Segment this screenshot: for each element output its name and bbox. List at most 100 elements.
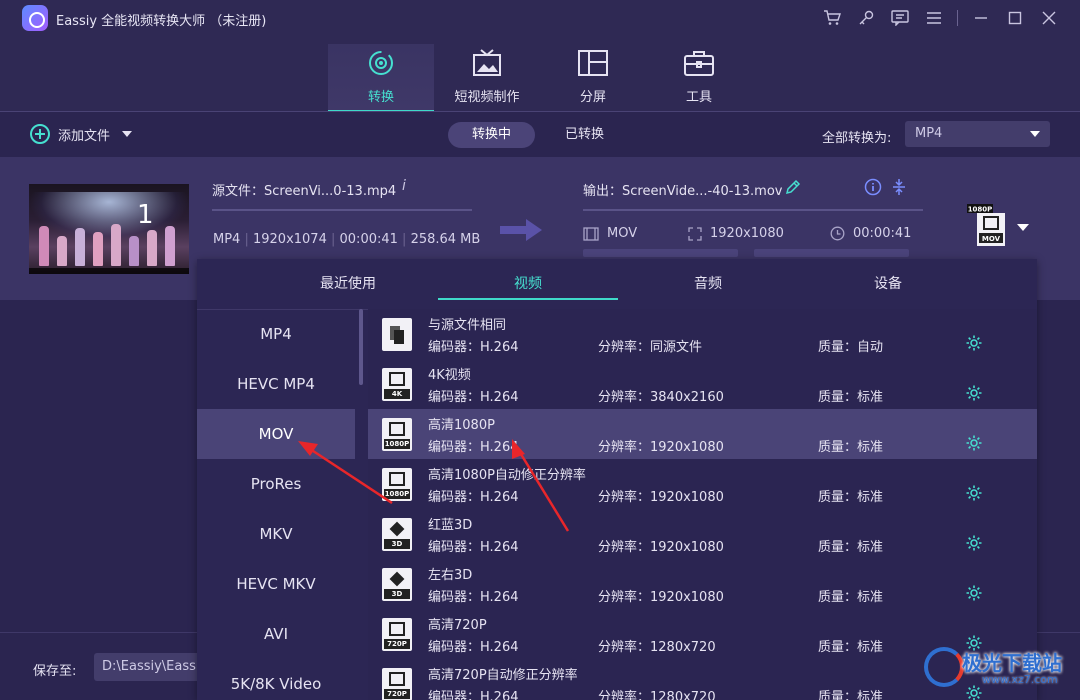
thumbnail-figure <box>129 236 139 266</box>
gear-icon[interactable] <box>965 384 983 402</box>
toolbar: 添加文件 转换中 已转换 全部转换为: MP4 <box>0 113 1080 157</box>
arrow-right-icon <box>500 219 542 241</box>
clock-icon <box>830 226 845 241</box>
thumbnail-figure <box>147 230 157 266</box>
category-item[interactable]: HEVC MP4 <box>197 359 355 409</box>
format-encoder: 编码器：H.264 <box>428 640 519 655</box>
format-tag: 1080P <box>384 439 410 449</box>
convert-all-select[interactable]: MP4 <box>905 121 1050 147</box>
output-format: MOV <box>583 226 637 241</box>
popup-tab-video[interactable]: 视频 <box>438 259 618 309</box>
output-duration-value: 00:00:41 <box>853 226 912 241</box>
info-icon[interactable] <box>864 178 882 196</box>
feedback-icon[interactable] <box>883 6 917 30</box>
app-logo-icon <box>22 5 48 31</box>
output-resolution-value: 1920x1080 <box>710 226 784 241</box>
category-scrollbar[interactable] <box>359 309 363 385</box>
format-resolution: 分辨率：3840x2160 <box>598 390 724 405</box>
menu-icon[interactable] <box>917 6 951 30</box>
gear-icon[interactable] <box>965 334 983 352</box>
format-row[interactable]: 1080P 高清1080P 编码器：H.264 分辨率：1920x1080 质量：标准 <box>368 409 1037 459</box>
source-divider <box>212 209 472 211</box>
category-item[interactable]: MKV <box>197 509 355 559</box>
save-path-input[interactable]: D:\Eassiy\Eassiy <box>94 653 204 681</box>
format-quality: 质量：标准 <box>818 640 884 655</box>
popup-tab-device[interactable]: 设备 <box>798 259 978 309</box>
expand-icon <box>688 226 702 241</box>
tv-icon <box>472 48 502 78</box>
chevron-down-icon[interactable] <box>1017 224 1029 231</box>
popup-tab-audio[interactable]: 音频 <box>618 259 798 309</box>
edit-icon[interactable] <box>785 179 801 195</box>
format-row[interactable]: 4K 4K视频 编码器：H.264 分辨率：3840x2160 质量：标准 <box>368 359 1037 409</box>
output-file-name: 输出：ScreenVide...-40-13.mov <box>583 184 783 199</box>
format-row[interactable]: 3D 红蓝3D 编码器：H.264 分辨率：1920x1080 质量：标准 <box>368 509 1037 559</box>
format-row[interactable]: 1080P 高清1080P自动修正分辨率 编码器：H.264 分辨率：1920x108… <box>368 459 1037 509</box>
minimize-icon[interactable] <box>964 6 998 30</box>
watermark: 极光下载站 www.xz7.com <box>922 645 1072 693</box>
chevron-down-icon[interactable] <box>122 131 133 137</box>
nav-tab-split-screen[interactable]: 分屏 <box>540 44 646 110</box>
film-format-icon: 1080P <box>382 418 412 451</box>
output-resolution: 1920x1080 <box>688 226 784 241</box>
thumbnail-figure <box>39 226 49 266</box>
category-list: MP4 HEVC MP4 MOV ProRes MKV HEVC MKV AVI 5K/8K … <box>197 309 355 700</box>
format-row[interactable]: 与源文件相同 编码器：H.264 分辨率：同源文件 质量：自动 <box>368 309 1037 359</box>
maximize-icon[interactable] <box>998 6 1032 30</box>
format-resolution: 分辨率：1920x1080 <box>598 590 724 605</box>
key-icon[interactable] <box>849 6 883 30</box>
watermark-url: www.xz7.com <box>982 673 1058 686</box>
gear-icon[interactable] <box>965 434 983 452</box>
convert-all-value: MP4 <box>915 126 943 141</box>
category-item[interactable]: MOV <box>197 409 355 459</box>
nav-tab-tools[interactable]: 工具 <box>646 44 752 110</box>
gear-icon[interactable] <box>965 534 983 552</box>
format-resolution: 分辨率：1920x1080 <box>598 490 724 505</box>
close-icon[interactable] <box>1032 6 1066 30</box>
format-resolution: 分辨率：1920x1080 <box>598 540 724 555</box>
format-row[interactable]: 3D 左右3D 编码器：H.264 分辨率：1920x1080 质量：标准 <box>368 559 1037 609</box>
category-item[interactable]: AVI <box>197 609 355 659</box>
film-icon <box>583 226 599 241</box>
format-quality: 质量：标准 <box>818 540 884 555</box>
thumbnail-figure <box>111 224 121 266</box>
format-resolution: 分辨率：1280x720 <box>598 690 716 700</box>
compress-icon[interactable] <box>891 178 907 196</box>
output-duration: 00:00:41 <box>830 226 911 241</box>
subtitle-select[interactable] <box>754 249 909 257</box>
gear-icon[interactable] <box>965 584 983 602</box>
popup-tab-recent[interactable]: 最近使用 <box>258 259 438 309</box>
category-item[interactable]: HEVC MKV <box>197 559 355 609</box>
tab-converted[interactable]: 已转换 <box>541 122 628 148</box>
format-tag: 3D <box>384 589 410 599</box>
format-quality: 质量：标准 <box>818 390 884 405</box>
video-thumbnail[interactable]: 1 <box>29 184 189 274</box>
popup-tabs: 最近使用 视频 音频 设备 <box>197 259 1037 309</box>
cart-icon[interactable] <box>815 6 849 30</box>
nav-tab-label: 工具 <box>685 90 712 105</box>
gear-icon[interactable] <box>965 484 983 502</box>
save-to-label: 保存至: <box>33 664 77 679</box>
add-file-button[interactable]: 添加文件 <box>30 124 133 144</box>
nav-tab-short-video[interactable]: 短视频制作 <box>434 44 540 110</box>
audio-track-select[interactable] <box>583 249 738 257</box>
film-format-icon: 4K <box>382 368 412 401</box>
category-item[interactable]: ProRes <box>197 459 355 509</box>
tab-converting[interactable]: 转换中 <box>448 122 536 148</box>
thumbnail-player-bar <box>29 268 189 274</box>
app-title: Eassiy 全能视频转换大师 （未注册) <box>56 14 267 29</box>
format-tag: 1080P <box>384 489 410 499</box>
format-tag: 4K <box>384 389 410 399</box>
info-icon[interactable]: i <box>402 178 406 194</box>
nav-tab-label: 分屏 <box>579 90 606 105</box>
thumbnail-figure <box>57 236 67 266</box>
output-format-value: MOV <box>607 226 638 241</box>
category-item[interactable]: MP4 <box>197 309 355 359</box>
nav-tab-convert[interactable]: 转换 <box>328 44 434 112</box>
output-divider <box>583 209 923 211</box>
output-format-badge[interactable]: 1080P MOV <box>966 204 1006 248</box>
format-name: 4K视频 <box>428 368 471 383</box>
category-item[interactable]: 5K/8K Video <box>197 659 355 700</box>
format-resolution: 分辨率：1280x720 <box>598 640 716 655</box>
format-resolution: 分辨率：1920x1080 <box>598 440 724 455</box>
